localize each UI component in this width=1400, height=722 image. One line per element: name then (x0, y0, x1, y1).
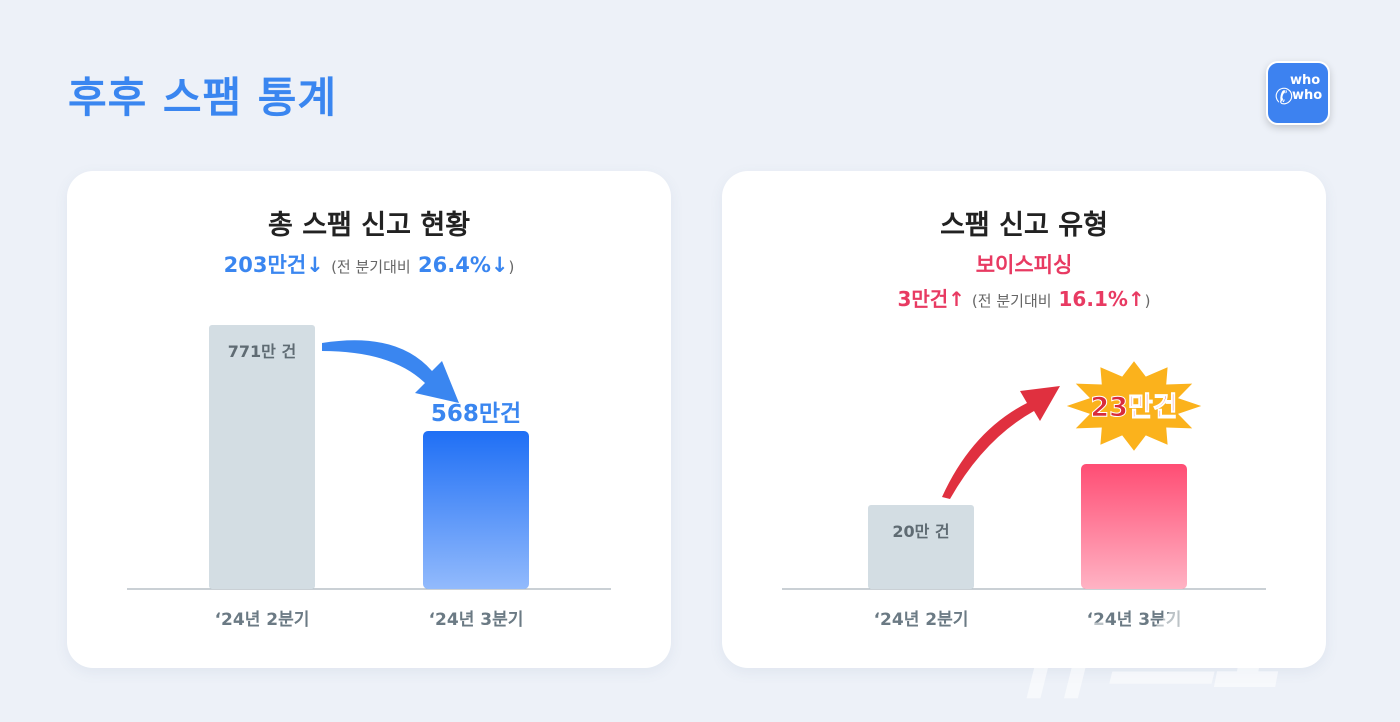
bar (423, 431, 529, 589)
logo-text-1: who (1290, 73, 1321, 88)
data-label: 771만 건 (228, 342, 296, 361)
arrow-icon (942, 386, 1060, 499)
data-label: 568만건 (431, 401, 521, 427)
bar-chart: ‘24년 2분기 771만 건 ‘24년 3분기 568만건 (127, 325, 611, 630)
arrow-icon (322, 340, 459, 403)
data-label: 23만건 (1090, 392, 1177, 423)
total-spam-card: 총 스팸 신고 현황 203만건↓ (전 분기대비 26.4%↓) ‘24년 2… (67, 171, 671, 668)
watermark: 뉴스1 (1000, 577, 1292, 716)
bar (209, 325, 315, 589)
x-tick-label: ‘24년 2분기 (874, 610, 969, 630)
x-tick-label: ‘24년 2분기 (215, 610, 310, 630)
page-title: 후후 스팸 통계 (68, 73, 338, 122)
logo-text-2: who (1292, 88, 1323, 103)
x-tick-label: ‘24년 3분기 (429, 610, 524, 630)
whowho-logo: ✆ who who (1266, 61, 1330, 125)
data-label: 20만 건 (892, 522, 949, 541)
bar (868, 505, 974, 589)
